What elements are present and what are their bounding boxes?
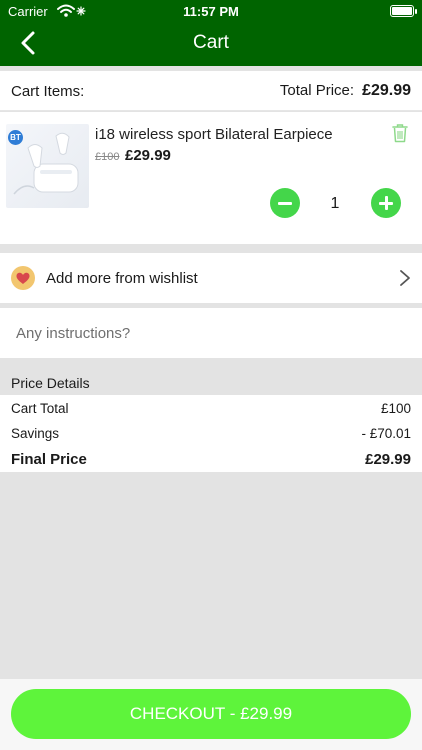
bluetooth-badge: BT <box>8 130 23 145</box>
heart-icon-badge <box>11 266 35 290</box>
app-header: Carrier 11:57 PM Cart <box>0 0 422 66</box>
sale-price: £29.99 <box>125 147 171 164</box>
cart-summary: Cart Items: Total Price: £29.99 <box>0 71 422 111</box>
final-price-label: Final Price <box>11 451 87 468</box>
page-title: Cart <box>193 32 229 53</box>
cart-total-row: Cart Total £100 <box>11 401 411 416</box>
battery-nub <box>415 9 417 14</box>
product-name: i18 wireless sport Bilateral Earpiece <box>95 126 333 143</box>
total-price: Total Price: £29.99 <box>280 82 411 100</box>
instructions-input[interactable] <box>0 308 422 358</box>
price-details: Cart Total £100 Savings - £70.01 Final P… <box>0 395 422 472</box>
checkout-button[interactable]: CHECKOUT - £29.99 <box>11 689 411 739</box>
chevron-right-icon <box>400 270 410 286</box>
savings-label: Savings <box>11 426 60 441</box>
total-price-label: Total Price: <box>279 82 355 99</box>
quantity-value: 1 <box>330 195 340 212</box>
product-image: BT <box>6 124 89 208</box>
total-price-value: £29.99 <box>362 82 411 99</box>
increase-quantity-button[interactable] <box>371 188 401 218</box>
heart-icon <box>16 272 30 284</box>
wishlist-label: Add more from wishlist <box>46 270 198 287</box>
add-from-wishlist-row[interactable]: Add more from wishlist <box>0 253 422 303</box>
final-price-row: Final Price £29.99 <box>11 451 411 468</box>
final-price-value: £29.99 <box>365 451 411 468</box>
original-price: £100 <box>95 151 120 163</box>
cart-total-value: £100 <box>380 401 411 416</box>
cart-total-label: Cart Total <box>11 401 69 416</box>
cart-item: BT i18 wireless sport Bilateral Earpiece… <box>0 112 422 244</box>
status-time: 11:57 PM <box>183 4 239 19</box>
decrease-quantity-button[interactable] <box>270 188 300 218</box>
savings-value: - £70.01 <box>361 426 411 441</box>
status-bar: Carrier 11:57 PM <box>0 0 422 22</box>
savings-row: Savings - £70.01 <box>11 426 411 441</box>
trash-icon[interactable] <box>391 123 409 143</box>
battery-icon <box>390 5 414 17</box>
price-details-heading: Price Details <box>11 375 90 391</box>
cart-items-label: Cart Items: <box>11 83 85 100</box>
